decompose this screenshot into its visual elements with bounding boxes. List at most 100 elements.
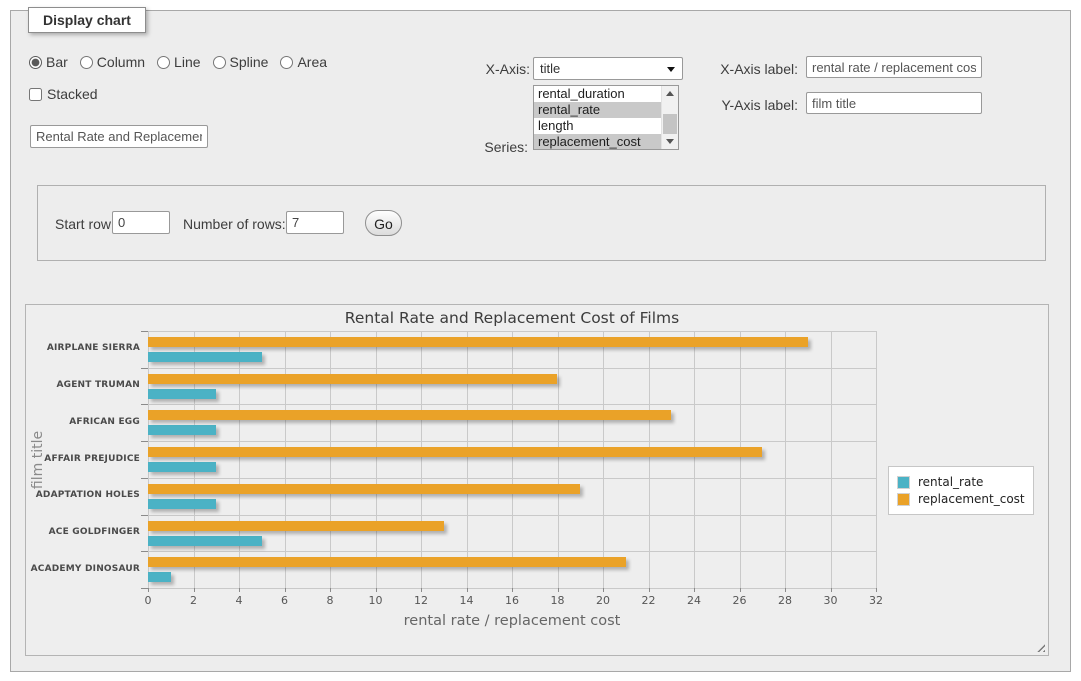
triangle-down-icon — [666, 139, 674, 144]
gridline-v — [421, 331, 422, 588]
series-option-rental_rate[interactable]: rental_rate — [534, 102, 661, 118]
series-listbox-options: rental_durationrental_ratelengthreplacem… — [534, 86, 661, 149]
x-tick — [785, 588, 786, 592]
x-tick-label: 10 — [356, 594, 396, 607]
x-tick-label: 18 — [538, 594, 578, 607]
series-label: Series: — [440, 139, 528, 155]
chart-type-spline[interactable]: Spline — [213, 54, 269, 70]
chart-type-text: Line — [174, 54, 200, 70]
gridline-v — [785, 331, 786, 588]
bar-rental_rate — [148, 425, 216, 435]
triangle-up-icon — [666, 91, 674, 96]
chart-type-radio-column[interactable] — [80, 56, 93, 69]
chart-type-line[interactable]: Line — [157, 54, 200, 70]
scrollbar-thumb[interactable] — [663, 114, 677, 135]
series-option-length[interactable]: length — [534, 118, 661, 134]
x-tick — [694, 588, 695, 592]
y-tick — [141, 404, 148, 405]
gridline-v — [148, 331, 149, 588]
gridline-v — [603, 331, 604, 588]
chart-container: Rental Rate and Replacement Cost of Film… — [25, 304, 1049, 656]
category-label: ACE GOLDFINGER — [26, 527, 140, 537]
gridline-v — [467, 331, 468, 588]
x-tick — [740, 588, 741, 592]
gridline-h — [148, 515, 876, 516]
x-tick-label: 0 — [128, 594, 168, 607]
series-option-replacement_cost[interactable]: replacement_cost — [534, 134, 661, 149]
chart-type-area[interactable]: Area — [280, 54, 327, 70]
x-axis-label-label: X-Axis label: — [700, 61, 798, 77]
x-tick — [603, 588, 604, 592]
dropdown-arrow-icon — [667, 67, 675, 72]
gridline-h — [148, 441, 876, 442]
x-tick-label: 4 — [219, 594, 259, 607]
x-tick — [649, 588, 650, 592]
resize-grip-icon[interactable] — [1034, 641, 1045, 652]
x-tick-label: 16 — [492, 594, 532, 607]
gridline-v — [376, 331, 377, 588]
bar-replacement_cost — [148, 521, 444, 531]
category-label: AFRICAN EGG — [26, 417, 140, 427]
bar-rental_rate — [148, 462, 216, 472]
chart-type-radio-area[interactable] — [280, 56, 293, 69]
chart-type-radio-bar[interactable] — [29, 56, 42, 69]
y-axis-label-label: Y-Axis label: — [700, 97, 798, 113]
chart-type-text: Column — [97, 54, 145, 70]
gridline-h — [148, 368, 876, 369]
x-tick — [876, 588, 877, 592]
bar-replacement_cost — [148, 447, 762, 457]
bar-rental_rate — [148, 352, 262, 362]
x-tick — [831, 588, 832, 592]
scroll-up-button[interactable] — [662, 86, 678, 101]
gridline-v — [239, 331, 240, 588]
chart-x-axis-title: rental rate / replacement cost — [148, 613, 876, 629]
chart-type-radio-line[interactable] — [157, 56, 170, 69]
start-row-input[interactable] — [112, 211, 170, 234]
category-label: ADAPTATION HOLES — [26, 490, 140, 500]
category-label: ACADEMY DINOSAUR — [26, 564, 140, 574]
stacked-checkbox-row[interactable]: Stacked — [29, 86, 98, 102]
x-tick-label: 8 — [310, 594, 350, 607]
chart-type-bar[interactable]: Bar — [29, 54, 68, 70]
x-tick-label: 6 — [265, 594, 305, 607]
gridline-v — [285, 331, 286, 588]
x-axis-select-label: X-Axis: — [442, 61, 530, 77]
x-tick — [512, 588, 513, 592]
scroll-down-button[interactable] — [662, 134, 678, 149]
y-tick — [141, 551, 148, 552]
x-tick-label: 32 — [856, 594, 896, 607]
x-tick-label: 24 — [674, 594, 714, 607]
x-tick-label: 26 — [720, 594, 760, 607]
x-tick-label: 22 — [629, 594, 669, 607]
gridline-v — [740, 331, 741, 588]
chart-type-column[interactable]: Column — [80, 54, 145, 70]
bar-replacement_cost — [148, 557, 626, 567]
num-rows-input[interactable] — [286, 211, 344, 234]
x-axis-label-input[interactable] — [806, 56, 982, 78]
x-tick-label: 14 — [447, 594, 487, 607]
category-label: AIRPLANE SIERRA — [26, 343, 140, 353]
chart-type-group: Bar Column Line Spline Area — [29, 54, 327, 70]
gridline-v — [876, 331, 877, 588]
series-scrollbar[interactable] — [661, 86, 678, 149]
series-option-rental_duration[interactable]: rental_duration — [534, 86, 661, 102]
y-axis-label-input[interactable] — [806, 92, 982, 114]
chart-title-input[interactable] — [30, 125, 208, 148]
chart-type-text: Bar — [46, 54, 68, 70]
bar-rental_rate — [148, 499, 216, 509]
x-axis-selected-value: title — [540, 61, 560, 76]
bar-replacement_cost — [148, 374, 557, 384]
x-tick — [239, 588, 240, 592]
x-axis-select[interactable]: title — [533, 57, 683, 80]
y-tick — [141, 478, 148, 479]
x-tick — [558, 588, 559, 592]
go-button[interactable]: Go — [365, 210, 402, 236]
x-tick — [285, 588, 286, 592]
series-listbox[interactable]: rental_durationrental_ratelengthreplacem… — [533, 85, 679, 150]
x-tick — [467, 588, 468, 592]
gridline-h — [148, 331, 876, 332]
chart-type-radio-spline[interactable] — [213, 56, 226, 69]
bar-replacement_cost — [148, 410, 671, 420]
stacked-checkbox[interactable] — [29, 88, 42, 101]
gridline-h — [148, 478, 876, 479]
